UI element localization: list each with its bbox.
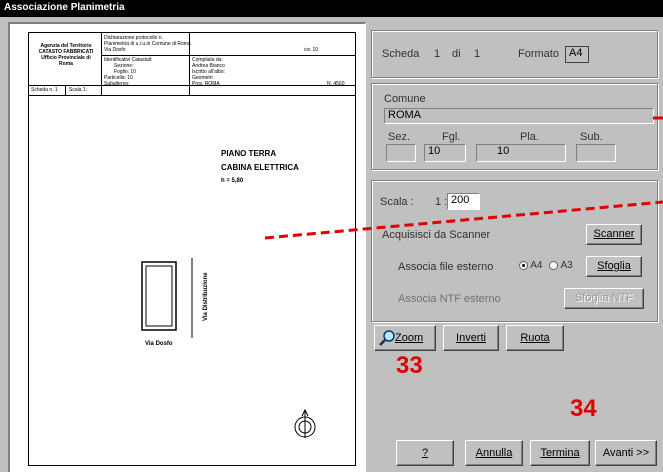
annotation-33: 33 — [396, 352, 423, 379]
annotation-dashed-line — [264, 200, 663, 240]
annotation-34: 34 — [570, 395, 597, 422]
annotation-overlay — [264, 116, 663, 240]
